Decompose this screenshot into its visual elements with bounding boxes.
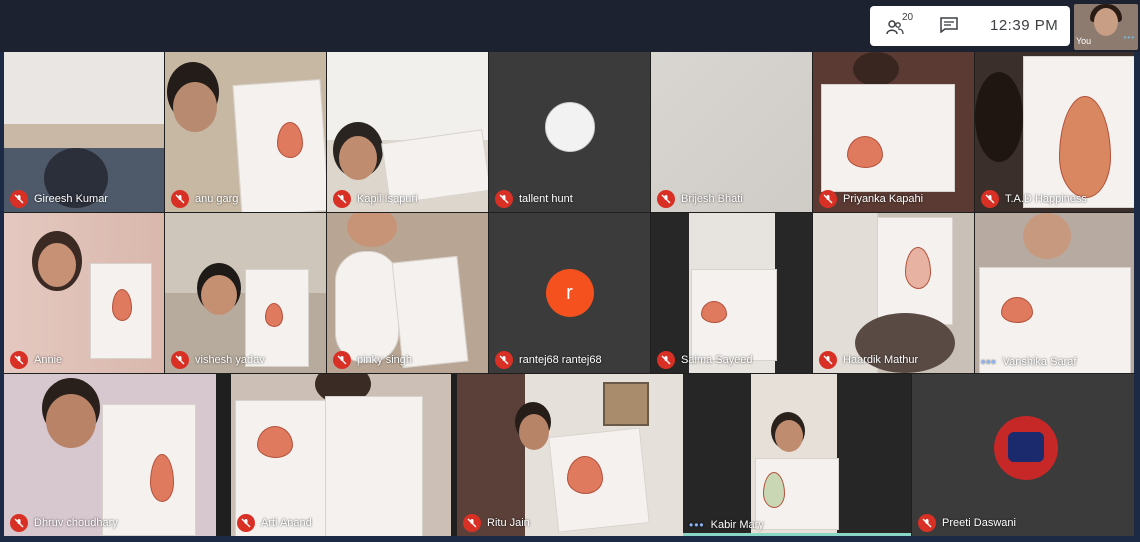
mic-off-icon [918,514,936,532]
participant-name: Kabir Mary [710,519,764,531]
participant-nameplate: Saima Sayeed [657,351,753,369]
participant-name: Haardik Mathur [843,354,919,366]
participant-tile[interactable]: Preeti Daswani [912,374,1134,536]
avatar [994,416,1058,480]
mic-off-icon [819,190,837,208]
participant-tile[interactable]: Gireesh Kumar [4,52,164,212]
participant-nameplate: Haardik Mathur [819,351,918,369]
participant-name: Saima Sayeed [681,354,753,366]
participant-nameplate: Dhruv choudhary [10,514,118,532]
self-label: You [1076,36,1092,46]
participant-nameplate: vishesh yadav [171,351,265,369]
participant-tile[interactable]: Dhruv choudhary [4,374,216,536]
mic-off-icon [333,190,351,208]
top-bar: 20 12:39 PM You ••• [0,0,1140,52]
participant-name: T.A.D Happiness [1005,193,1087,205]
participant-nameplate: ••• Kabir Mary [689,518,764,532]
participant-tile[interactable]: vishesh yadav [165,213,326,373]
participant-nameplate: Kapil Isapuri [333,190,418,208]
participant-nameplate: Gireesh Kumar [10,190,108,208]
participant-nameplate: T.A.D Happiness [981,190,1087,208]
speaking-indicator-icon: ••• [981,355,997,369]
mic-off-icon [981,190,999,208]
participant-tile[interactable]: Saima Sayeed [651,213,812,373]
chat-icon [940,17,958,34]
participant-nameplate: Brijesh Bhati [657,190,743,208]
participant-name: Vanshika Saraf [1002,356,1077,368]
participant-name: Arti Anand [261,517,312,529]
participant-nameplate: Priyanka Kapahi [819,190,923,208]
participant-nameplate: Arti Anand [237,514,312,532]
participant-tile[interactable]: ••• Kabir Mary [683,374,911,536]
mic-off-icon [10,351,28,369]
mic-off-icon [333,351,351,369]
participant-name: Brijesh Bhati [681,193,743,205]
participant-nameplate: anu garg [171,190,238,208]
participant-tile[interactable]: pinky singh [327,213,488,373]
participant-tile[interactable]: Ritu Jain [457,374,683,536]
mic-off-icon [463,514,481,532]
participant-nameplate: ••• Vanshika Saraf [981,355,1076,369]
mic-off-icon [657,190,675,208]
participant-name: Preeti Daswani [942,517,1016,529]
participant-tile[interactable]: Priyanka Kapahi [813,52,974,212]
participant-tile[interactable]: r rantej68 rantej68 [489,213,650,373]
meeting-controls-pill: 20 12:39 PM [870,6,1070,46]
mic-off-icon [237,514,255,532]
mic-off-icon [495,351,513,369]
participant-tile[interactable]: anu garg [165,52,326,212]
participant-name: pinky singh [357,354,413,366]
participant-name: anu garg [195,193,239,205]
participants-button[interactable]: 20 [886,12,914,38]
participant-tile[interactable]: T.A.D Happiness [975,52,1134,212]
participant-count: 20 [902,12,914,23]
clock: 12:39 PM [990,17,1059,34]
more-options-icon[interactable]: ••• [1124,33,1135,42]
avatar-letter: r [566,281,573,304]
participant-nameplate: Preeti Daswani [918,514,1016,532]
participant-tile[interactable]: tallent hunt [489,52,650,212]
participant-nameplate: tallent hunt [495,190,573,208]
participant-tile[interactable]: Annie [4,213,164,373]
participant-name: Priyanka Kapahi [843,193,924,205]
participant-nameplate: pinky singh [333,351,412,369]
participant-nameplate: Ritu Jain [463,514,530,532]
mic-off-icon [495,190,513,208]
active-speaker-bar [683,533,911,536]
speaking-indicator-icon: ••• [689,518,705,532]
participant-tile[interactable]: Brijesh Bhati [651,52,812,212]
participant-name: rantej68 rantej68 [519,354,602,366]
self-face [1094,8,1118,36]
participant-name: Gireesh Kumar [34,193,108,205]
participant-name: vishesh yadav [195,354,265,366]
mic-off-icon [657,351,675,369]
participant-name: Annie [34,354,63,366]
participant-name: Dhruv choudhary [34,517,118,529]
participant-nameplate: rantej68 rantej68 [495,351,602,369]
participant-tile[interactable]: Kapil Isapuri [327,52,488,212]
participant-name: Kapil Isapuri [357,193,418,205]
mic-off-icon [10,514,28,532]
mic-off-icon [819,351,837,369]
video-grid: Gireesh Kumar anu garg Kapil Isapuri tal… [4,52,1134,536]
mic-off-icon [171,351,189,369]
chat-button[interactable] [940,17,958,34]
participant-name: tallent hunt [519,193,573,205]
participant-tile[interactable]: ••• Vanshika Saraf [975,213,1134,373]
mic-off-icon [171,190,189,208]
avatar [545,102,595,152]
participant-tile[interactable]: Haardik Mathur [813,213,974,373]
self-view-tile[interactable]: You ••• [1074,4,1138,50]
avatar: r [545,269,594,317]
mic-off-icon [10,190,28,208]
participant-tile[interactable]: Arti Anand [231,374,451,536]
participant-name: Ritu Jain [487,517,530,529]
participant-nameplate: Annie [10,351,62,369]
